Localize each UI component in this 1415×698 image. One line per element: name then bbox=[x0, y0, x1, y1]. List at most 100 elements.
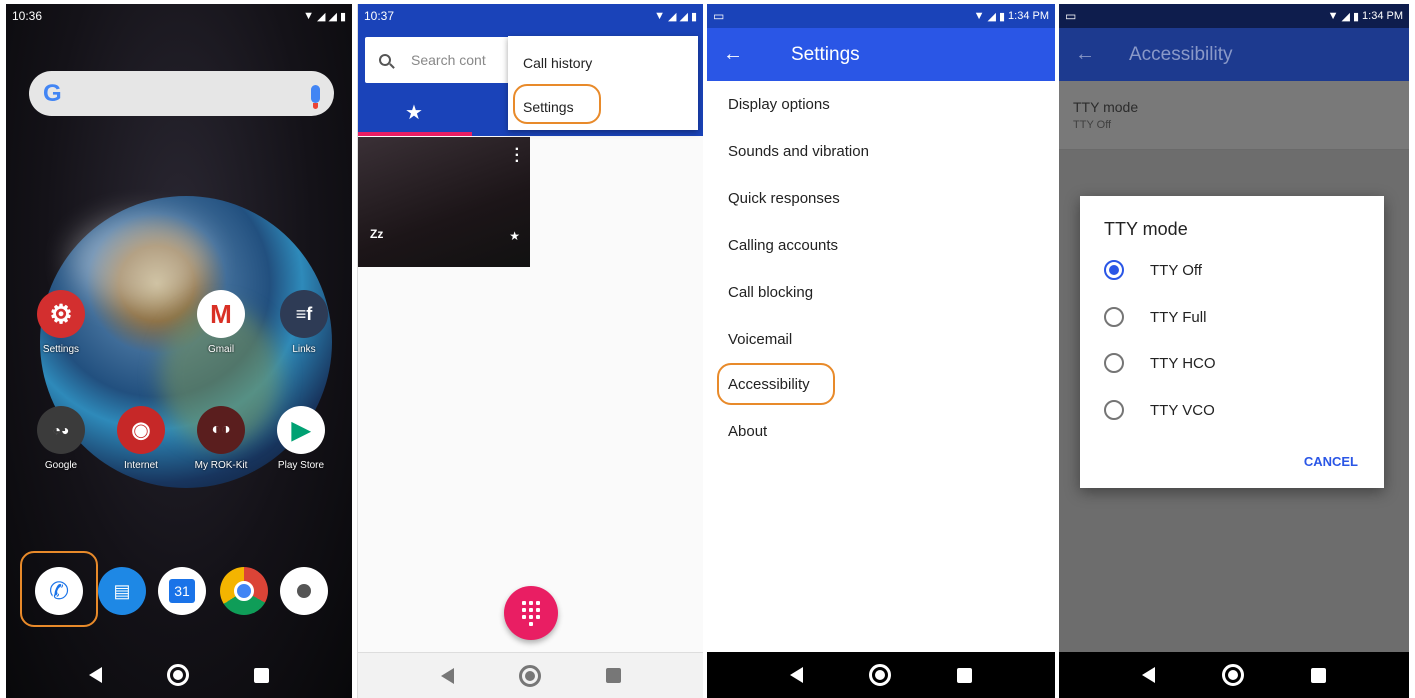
signal-icon: ◢ bbox=[679, 10, 688, 23]
messages-icon[interactable]: ▤ bbox=[98, 567, 146, 615]
app-label: Internet bbox=[124, 460, 158, 471]
setting-sounds-and-vibration[interactable]: Sounds and vibration bbox=[728, 143, 869, 160]
app-links[interactable]: ≡f Links bbox=[269, 290, 339, 355]
favorites-tab-star-icon[interactable]: ★ bbox=[405, 100, 423, 125]
app-my-rok-kit[interactable]: ◐◑ My ROK-Kit bbox=[186, 406, 256, 471]
wifi-icon: ▼ bbox=[654, 10, 665, 22]
camera-icon[interactable] bbox=[280, 567, 328, 615]
back-icon[interactable] bbox=[1142, 667, 1156, 683]
gear-icon: ⚙ bbox=[37, 290, 85, 338]
radio-unselected-icon[interactable] bbox=[1104, 400, 1124, 420]
recents-icon[interactable] bbox=[605, 668, 621, 683]
signal-icon: ◢ bbox=[317, 10, 326, 23]
wifi-icon: ▼ bbox=[1327, 10, 1339, 22]
tty-option-full[interactable]: TTY Full bbox=[1104, 307, 1206, 327]
setting-about[interactable]: About bbox=[728, 423, 767, 440]
calendar-icon[interactable]: 31 bbox=[158, 567, 206, 615]
back-icon[interactable] bbox=[440, 667, 454, 684]
gmail-icon: M bbox=[197, 290, 245, 338]
overflow-menu: Call history Settings bbox=[508, 36, 698, 130]
search-icon bbox=[379, 54, 391, 66]
accessibility-screen: ▭ ▼ ◢ ▮ 1:34 PM ← Accessibility TTY mode… bbox=[1059, 4, 1409, 698]
recents-icon[interactable] bbox=[254, 667, 270, 683]
status-bar: ▭ ▼ ◢ ▮ 1:34 PM bbox=[707, 4, 1055, 28]
back-icon[interactable] bbox=[88, 667, 102, 683]
home-icon[interactable] bbox=[869, 664, 891, 686]
dialpad-button[interactable] bbox=[504, 586, 558, 640]
back-icon[interactable] bbox=[790, 667, 803, 683]
back-arrow-icon[interactable]: ← bbox=[723, 43, 763, 66]
settings-screen: ▭ ▼ ◢ ▮ 1:34 PM ← Settings Display optio… bbox=[707, 4, 1055, 698]
page-title: Accessibility bbox=[1129, 43, 1233, 65]
app-internet[interactable]: ◉ Internet bbox=[106, 406, 176, 471]
notification-icon: ▭ bbox=[1065, 9, 1077, 23]
home-icon[interactable] bbox=[1221, 664, 1244, 686]
nav-bar bbox=[707, 652, 1055, 698]
google-folder-icon: ◔◕ bbox=[37, 406, 85, 454]
play-store-icon: ▶ bbox=[277, 406, 325, 454]
status-icons: ▼ ◢ ▮ 1:34 PM bbox=[1328, 10, 1403, 23]
tty-mode-value: TTY Off bbox=[1073, 119, 1112, 131]
app-google-folder[interactable]: ◔◕ Google bbox=[26, 406, 96, 471]
app-label: My ROK-Kit bbox=[194, 460, 248, 471]
cancel-button[interactable]: CANCEL bbox=[1304, 454, 1358, 469]
app-label: Settings bbox=[42, 344, 80, 355]
home-screen: 10:36 ▼ ◢ ◢ ▮ G ⚙ Settings M Gmail ≡f Li… bbox=[6, 4, 352, 698]
radio-selected-icon[interactable] bbox=[1104, 260, 1124, 280]
radio-unselected-icon[interactable] bbox=[1104, 353, 1124, 373]
battery-icon: ▮ bbox=[690, 10, 697, 23]
links-folder-icon: ≡f bbox=[280, 290, 328, 338]
tty-option-vco[interactable]: TTY VCO bbox=[1104, 400, 1215, 420]
chrome-icon[interactable] bbox=[220, 567, 268, 615]
back-arrow-icon[interactable]: ← bbox=[1075, 43, 1115, 66]
radio-unselected-icon[interactable] bbox=[1104, 307, 1124, 327]
setting-calling-accounts[interactable]: Calling accounts bbox=[728, 237, 838, 254]
tty-option-hco[interactable]: TTY HCO bbox=[1104, 353, 1216, 373]
battery-icon: ▮ bbox=[1352, 10, 1360, 23]
favorite-name: Zz bbox=[370, 227, 384, 241]
more-options-icon[interactable]: · · · bbox=[515, 142, 520, 170]
wifi-icon: ▼ bbox=[303, 10, 314, 22]
favorite-contact-card[interactable]: · · · Zz ★ bbox=[358, 137, 530, 267]
app-gmail[interactable]: M Gmail bbox=[186, 290, 256, 355]
status-time: 10:37 bbox=[364, 9, 395, 23]
search-placeholder: Search cont bbox=[411, 52, 486, 68]
setting-quick-responses[interactable]: Quick responses bbox=[728, 190, 840, 207]
microphone-icon[interactable] bbox=[311, 84, 320, 109]
toolbar: ← Settings bbox=[707, 28, 1055, 81]
calendar-day: 31 bbox=[169, 579, 195, 603]
home-icon[interactable] bbox=[518, 664, 541, 687]
setting-display-options[interactable]: Display options bbox=[728, 96, 830, 113]
setting-voicemail[interactable]: Voicemail bbox=[728, 331, 792, 348]
signal-icon: ◢ bbox=[1341, 10, 1350, 23]
status-bar: ▭ ▼ ◢ ▮ 1:34 PM bbox=[1059, 4, 1409, 28]
tty-mode-dialog: TTY mode TTY Off TTY Full TTY HCO TTY VC… bbox=[1080, 196, 1384, 488]
status-time: 10:36 bbox=[12, 9, 43, 23]
status-icons: ▼ ◢ ◢ ▮ bbox=[303, 10, 346, 23]
page-title: Settings bbox=[791, 43, 860, 65]
recents-icon[interactable] bbox=[1310, 667, 1326, 683]
status-bar: 10:37 ▼ ◢ ◢ ▮ bbox=[358, 4, 703, 28]
tty-option-off[interactable]: TTY Off bbox=[1104, 260, 1202, 280]
home-icon[interactable] bbox=[166, 664, 189, 686]
tty-mode-setting[interactable]: TTY mode TTY Off bbox=[1059, 81, 1409, 150]
signal-icon: ◢ bbox=[987, 10, 996, 23]
app-label: Gmail bbox=[207, 344, 235, 355]
google-search-bar[interactable]: G bbox=[29, 71, 334, 116]
phone-app-screen: 10:37 ▼ ◢ ◢ ▮ Search cont ★ · · · Zz ★ Cal… bbox=[357, 4, 703, 698]
nav-bar bbox=[6, 652, 352, 698]
status-icons: ▼ ◢ ◢ ▮ bbox=[654, 10, 697, 23]
star-icon[interactable]: ★ bbox=[509, 229, 520, 243]
battery-icon: ▮ bbox=[998, 10, 1006, 23]
recents-icon[interactable] bbox=[957, 667, 972, 683]
app-play-store[interactable]: ▶ Play Store bbox=[266, 406, 336, 471]
google-logo-icon: G bbox=[43, 79, 62, 107]
notification-icon: ▭ bbox=[713, 9, 725, 23]
status-icons: ▼ ◢ ▮ 1:34 PM bbox=[974, 10, 1049, 23]
menu-item-call-history[interactable]: Call history bbox=[523, 55, 592, 71]
tty-mode-label: TTY mode bbox=[1073, 99, 1139, 115]
setting-call-blocking[interactable]: Call blocking bbox=[728, 284, 813, 301]
status-bar: 10:36 ▼ ◢ ◢ ▮ bbox=[6, 4, 352, 28]
toolbar: ← Accessibility bbox=[1059, 28, 1409, 81]
app-settings[interactable]: ⚙ Settings bbox=[26, 290, 96, 355]
